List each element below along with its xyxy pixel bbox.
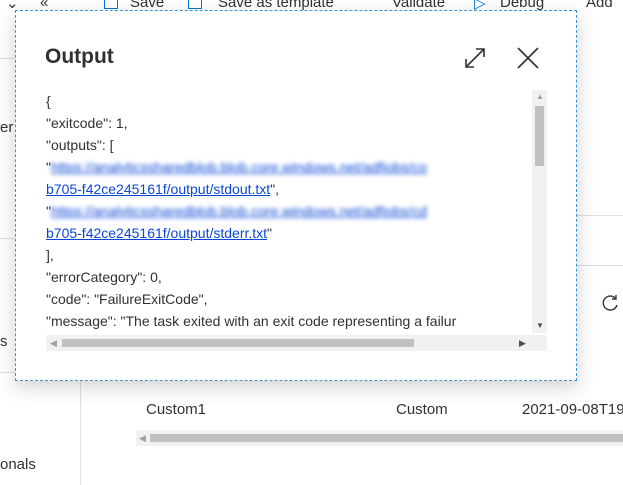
code-line: b705-f42ce245161f/output/stdout.txt", xyxy=(46,181,280,197)
output-code-viewer[interactable]: { "exitcode": 1, "outputs": [ "https://a… xyxy=(46,90,547,351)
blurred-url[interactable]: https://analyticssharedblob.blob.core.wi… xyxy=(51,203,427,219)
output-dialog: Output { "exitcode": 1, "outputs": [ "ht… xyxy=(15,10,577,381)
code-line-blurred: "https://analyticssharedblob.blob.core.w… xyxy=(46,159,427,175)
code-content: { "exitcode": 1, "outputs": [ "https://a… xyxy=(46,90,532,333)
add-button[interactable]: Add xyxy=(586,0,613,11)
code-line: "errorCategory": 0, xyxy=(46,269,162,285)
code-line: "code": "FailureExitCode", xyxy=(46,291,208,307)
code-line: { xyxy=(46,93,51,109)
save-icon xyxy=(104,0,118,9)
code-line: "exitcode": 1, xyxy=(46,115,128,131)
divider xyxy=(576,265,623,266)
scrollbar-thumb[interactable] xyxy=(150,434,623,442)
template-icon xyxy=(188,0,202,9)
code-line: b705-f42ce245161f/output/stderr.txt" xyxy=(46,225,273,241)
close-icon[interactable] xyxy=(515,45,541,71)
left-pane-label[interactable]: onals xyxy=(0,456,36,473)
scroll-right-icon[interactable]: ▶ xyxy=(519,338,526,349)
vertical-scrollbar[interactable]: ▲ ▼ xyxy=(532,90,547,333)
scroll-left-icon[interactable]: ◀ xyxy=(139,433,146,444)
stdout-link[interactable]: b705-f42ce245161f/output/stdout.txt xyxy=(46,181,270,197)
scrollbar-corner xyxy=(532,335,547,351)
scrollbar-thumb[interactable] xyxy=(535,106,544,166)
scroll-left-icon[interactable]: ◀ xyxy=(50,338,57,349)
code-line: "message": "The task exited with an exit… xyxy=(46,313,457,329)
stderr-link[interactable]: b705-f42ce245161f/output/stderr.txt xyxy=(46,225,267,241)
horizontal-scrollbar[interactable]: ◀ ▶ xyxy=(46,335,532,351)
scroll-up-icon[interactable]: ▲ xyxy=(536,92,544,101)
code-line: ], xyxy=(46,247,54,263)
table-horizontal-scrollbar[interactable]: ◀ xyxy=(136,430,623,446)
scrollbar-thumb[interactable] xyxy=(62,339,414,347)
dialog-title: Output xyxy=(45,45,114,68)
scroll-down-icon[interactable]: ▼ xyxy=(536,321,544,330)
code-line: "outputs": [ xyxy=(46,137,114,153)
table-cell-type: Custom xyxy=(396,401,448,418)
divider xyxy=(576,215,623,216)
left-pane-label[interactable]: s xyxy=(0,333,8,350)
table-cell-name[interactable]: Custom1 xyxy=(146,401,206,418)
table-cell-start: 2021-09-08T19 xyxy=(522,401,623,418)
expand-icon[interactable] xyxy=(462,45,488,71)
refresh-icon[interactable] xyxy=(600,293,620,313)
code-line-blurred: "https://analyticssharedblob.blob.core.w… xyxy=(46,203,427,219)
blurred-url[interactable]: https://analyticssharedblob.blob.core.wi… xyxy=(51,159,427,175)
left-pane-label[interactable]: er xyxy=(0,119,13,136)
